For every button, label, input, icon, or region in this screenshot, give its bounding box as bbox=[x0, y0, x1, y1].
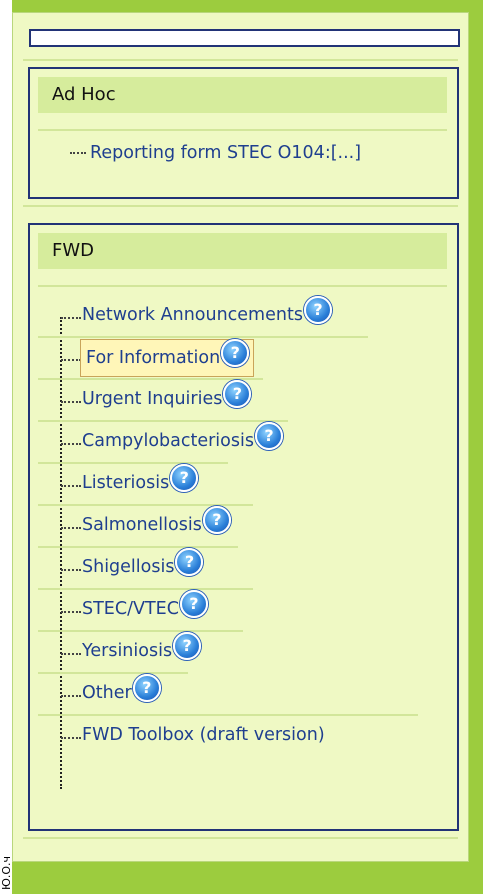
help-icon[interactable]: ? bbox=[173, 632, 202, 660]
tree-item-stec-vtec[interactable]: STEC/VTEC? bbox=[82, 590, 208, 627]
tree-connector bbox=[61, 653, 81, 655]
tree-connector bbox=[61, 485, 81, 487]
help-icon[interactable]: ? bbox=[221, 339, 250, 367]
top-empty-box bbox=[29, 29, 460, 47]
tree-connector bbox=[61, 443, 81, 445]
divider bbox=[38, 588, 253, 590]
tree-item-reporting-form-stec[interactable]: Reporting form STEC O104:[...] bbox=[90, 135, 361, 171]
help-icon[interactable]: ? bbox=[254, 422, 283, 450]
tree-connector bbox=[61, 317, 81, 319]
item-label: Listeriosis bbox=[82, 473, 170, 493]
tree-item-fwd-toolbox[interactable]: FWD Toolbox (draft version) bbox=[82, 717, 325, 753]
tree-item-shigellosis[interactable]: Shigellosis? bbox=[82, 548, 204, 585]
help-icon[interactable]: ? bbox=[179, 590, 208, 618]
divider bbox=[38, 378, 263, 380]
divider bbox=[38, 336, 368, 338]
tree-connector bbox=[61, 695, 81, 697]
separator bbox=[23, 205, 458, 207]
section-header-fwd: FWD bbox=[38, 233, 447, 269]
tree-item-for-information[interactable]: For Information? bbox=[80, 339, 255, 377]
help-icon[interactable]: ? bbox=[170, 464, 199, 492]
item-label: Urgent Inquiries bbox=[82, 389, 223, 409]
side-label-text: Ю.О.ч bbox=[0, 855, 11, 890]
tree-item-salmonellosis[interactable]: Salmonellosis? bbox=[82, 506, 231, 543]
item-label: Shigellosis bbox=[82, 557, 175, 577]
divider bbox=[38, 672, 188, 674]
tree-item-network-announcements[interactable]: Network Announcements? bbox=[82, 296, 332, 333]
tree-item-campylobacteriosis[interactable]: Campylobacteriosis? bbox=[82, 422, 283, 459]
help-icon[interactable]: ? bbox=[303, 296, 332, 324]
item-label: Campylobacteriosis bbox=[82, 431, 254, 451]
side-label: Ю.О.ч bbox=[0, 832, 11, 892]
tree-connector bbox=[61, 527, 81, 529]
section-adhoc: Ad Hoc Reporting form STEC O104:[...] bbox=[28, 67, 459, 199]
item-label: For Information bbox=[86, 348, 221, 368]
tree-connector bbox=[61, 611, 81, 613]
tree-item-other[interactable]: Other? bbox=[82, 674, 161, 711]
item-label: Salmonellosis bbox=[82, 515, 202, 535]
help-icon[interactable]: ? bbox=[223, 380, 252, 408]
help-icon[interactable]: ? bbox=[202, 506, 231, 534]
item-label: Yersiniosis bbox=[82, 641, 173, 661]
tree-item-yersiniosis[interactable]: Yersiniosis? bbox=[82, 632, 202, 669]
divider bbox=[38, 420, 288, 422]
item-label: STEC/VTEC bbox=[82, 599, 179, 619]
tree-item-urgent-inquiries[interactable]: Urgent Inquiries? bbox=[82, 380, 252, 417]
help-icon[interactable]: ? bbox=[175, 548, 204, 576]
item-label: Other bbox=[82, 683, 132, 703]
tree-connector bbox=[61, 359, 81, 361]
separator bbox=[23, 837, 458, 839]
item-label: Reporting form STEC O104:[...] bbox=[90, 143, 362, 163]
tree-vertical-line bbox=[60, 317, 62, 789]
section-header-adhoc: Ad Hoc bbox=[38, 77, 447, 113]
left-edge-strip bbox=[0, 0, 12, 894]
navigation-panel: Ad Hoc Reporting form STEC O104:[...] FW… bbox=[12, 12, 469, 862]
help-icon[interactable]: ? bbox=[132, 674, 161, 702]
item-label: FWD Toolbox (draft version) bbox=[82, 725, 325, 745]
tree-connector bbox=[61, 737, 81, 739]
tree-item-listeriosis[interactable]: Listeriosis? bbox=[82, 464, 199, 501]
divider bbox=[38, 630, 243, 632]
divider bbox=[38, 129, 447, 131]
tree-connector bbox=[61, 569, 81, 571]
section-fwd: FWD Network Announcements? For Informati… bbox=[28, 223, 459, 831]
separator bbox=[23, 59, 458, 61]
tree-connector bbox=[61, 401, 81, 403]
divider bbox=[38, 285, 447, 287]
divider bbox=[38, 546, 238, 548]
item-label: Network Announcements bbox=[82, 305, 303, 325]
divider bbox=[38, 714, 418, 716]
tree-connector bbox=[70, 152, 86, 154]
divider bbox=[38, 462, 228, 464]
